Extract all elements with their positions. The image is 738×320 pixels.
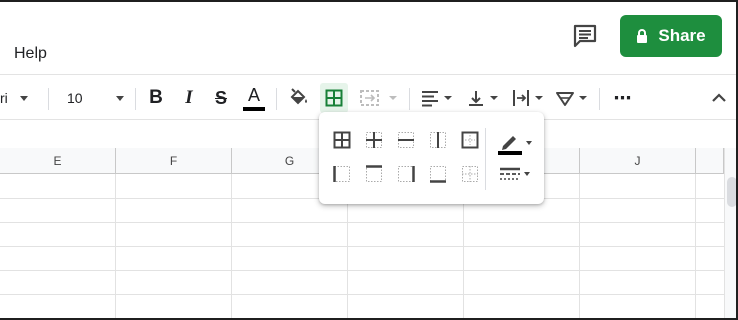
row-line <box>0 318 724 319</box>
inner-borders-icon[interactable] <box>363 129 385 151</box>
font-family-select[interactable]: ri <box>0 75 46 121</box>
row-line <box>0 222 724 223</box>
horizontal-borders-icon[interactable] <box>395 129 417 151</box>
all-borders-icon[interactable] <box>331 129 353 151</box>
toolbar-divider <box>48 88 49 110</box>
toolbar-divider <box>599 88 600 110</box>
share-label: Share <box>658 26 706 45</box>
row-line <box>0 246 724 247</box>
borders-icon[interactable] <box>320 83 348 113</box>
toolbar-divider <box>135 88 136 110</box>
column-header-e[interactable]: E <box>0 148 116 174</box>
column-line <box>231 174 232 318</box>
share-button[interactable]: Share <box>620 15 722 57</box>
font-size-value: 10 <box>67 90 83 106</box>
font-size-select[interactable]: 10 <box>60 75 130 121</box>
top-border-icon[interactable] <box>363 163 385 185</box>
lock-icon <box>636 28 648 44</box>
text-color-button[interactable]: A <box>241 75 267 121</box>
italic-button[interactable]: I <box>178 75 200 121</box>
menu-help[interactable]: Help <box>14 45 47 63</box>
chevron-down-icon <box>524 172 530 176</box>
vertical-borders-icon[interactable] <box>427 129 449 151</box>
text-rotation-icon[interactable] <box>553 75 593 121</box>
comment-icon[interactable] <box>572 23 598 49</box>
spreadsheet-window: Help Share ri 10 B I S A ⋯ E F G J <box>0 0 738 320</box>
chevron-down-icon <box>19 95 28 101</box>
column-header-next[interactable] <box>696 148 724 174</box>
clear-borders-icon[interactable] <box>459 163 481 185</box>
border-style-icon[interactable] <box>499 166 530 182</box>
toolbar-divider <box>409 88 410 110</box>
more-icon[interactable]: ⋯ <box>610 75 636 121</box>
font-family-value: ri <box>0 90 8 106</box>
right-border-icon[interactable] <box>395 163 417 185</box>
borders-menu <box>319 112 544 204</box>
chevron-down-icon <box>116 95 124 101</box>
text-color-letter: A <box>247 85 260 105</box>
vertical-scrollbar[interactable] <box>724 148 736 318</box>
border-color-icon[interactable] <box>497 130 532 156</box>
toolbar-divider <box>276 88 277 110</box>
row-line <box>0 270 724 271</box>
collapse-icon[interactable] <box>706 75 732 121</box>
column-header-j[interactable]: J <box>580 148 696 174</box>
column-line <box>579 174 580 318</box>
scrollbar-thumb[interactable] <box>727 177 736 207</box>
bottom-border-icon[interactable] <box>427 163 449 185</box>
text-color-swatch <box>243 107 265 111</box>
left-border-icon[interactable] <box>331 163 353 185</box>
column-header-f[interactable]: F <box>116 148 232 174</box>
bold-button[interactable]: B <box>145 75 167 121</box>
paint-bucket-icon[interactable] <box>287 75 311 121</box>
row-line <box>0 294 724 295</box>
column-line <box>695 174 696 318</box>
chevron-down-icon <box>526 141 532 145</box>
strikethrough-button[interactable]: S <box>210 75 232 121</box>
outer-borders-icon[interactable] <box>459 129 481 151</box>
borders-menu-divider <box>485 128 486 190</box>
column-line <box>115 174 116 318</box>
